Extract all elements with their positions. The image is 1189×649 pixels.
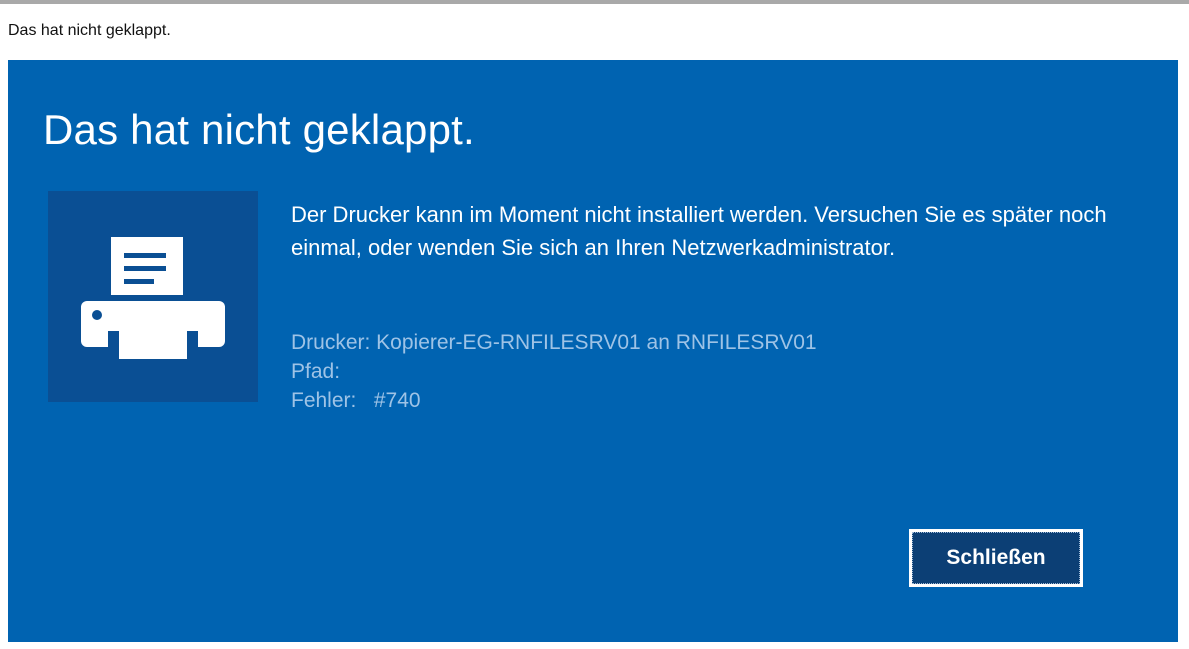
error-dialog: Das hat nicht geklappt. Der Drucker kann…	[8, 60, 1178, 642]
error-details: Drucker: Kopierer-EG-RNFILESRV01 an RNFI…	[291, 328, 817, 415]
top-border	[0, 0, 1189, 4]
printer-icon-tile	[48, 191, 258, 402]
path-detail: Pfad:	[291, 360, 341, 383]
error-code-detail: Fehler: #740	[291, 389, 421, 412]
printer-detail: Drucker: Kopierer-EG-RNFILESRV01 an RNFI…	[291, 331, 817, 354]
window-title: Das hat nicht geklappt.	[8, 22, 171, 39]
error-message: Der Drucker kann im Moment nicht install…	[291, 202, 1107, 260]
close-button-label: Schließen	[912, 532, 1080, 584]
close-button[interactable]: Schließen	[909, 529, 1083, 587]
dialog-heading: Das hat nicht geklappt.	[43, 106, 475, 153]
printer-icon	[81, 237, 225, 365]
